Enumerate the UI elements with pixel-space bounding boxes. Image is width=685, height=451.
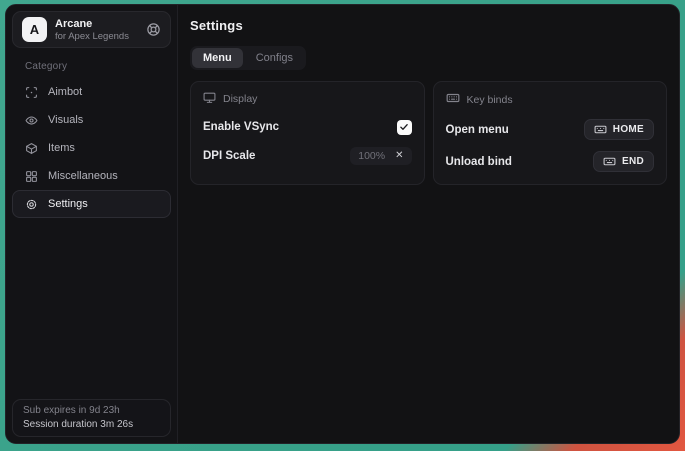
monitor-icon bbox=[203, 91, 216, 107]
open-menu-label: Open menu bbox=[446, 124, 509, 136]
gear-icon bbox=[25, 198, 38, 211]
category-label: Category bbox=[25, 61, 177, 72]
sidebar-item-settings[interactable]: Settings bbox=[12, 190, 171, 218]
app-logo: A bbox=[22, 17, 47, 42]
open-menu-row: Open menu HOME bbox=[446, 119, 655, 140]
app-name: Arcane bbox=[55, 18, 129, 30]
subscription-info-card: Sub expires in 9d 23h Session duration 3… bbox=[12, 399, 171, 437]
app-window: A Arcane for Apex Legends Category bbox=[5, 4, 680, 444]
vsync-label: Enable VSync bbox=[203, 121, 279, 133]
sidebar-item-label: Settings bbox=[48, 198, 88, 210]
keyboard-icon bbox=[594, 123, 607, 136]
main-content: Settings Menu Configs Display bbox=[178, 5, 679, 443]
check-icon bbox=[399, 122, 409, 132]
dpi-scale-row: DPI Scale 100% ✕ bbox=[203, 147, 412, 165]
unload-key: END bbox=[622, 156, 644, 167]
tab-bar: Menu Configs bbox=[190, 46, 306, 70]
keyboard-icon bbox=[446, 91, 460, 108]
display-card: Display Enable VSync DPI Scale 100% ✕ bbox=[190, 81, 425, 185]
sidebar-item-miscellaneous[interactable]: Miscellaneous bbox=[12, 162, 171, 190]
sidebar-item-label: Aimbot bbox=[48, 86, 82, 98]
sidebar-nav: Aimbot Visuals Items bbox=[6, 78, 177, 218]
keybinds-card: Key binds Open menu HOME bbox=[433, 81, 668, 185]
account-card[interactable]: A Arcane for Apex Legends bbox=[12, 11, 171, 48]
vsync-checkbox[interactable] bbox=[397, 120, 412, 135]
app-subtitle: for Apex Legends bbox=[55, 31, 129, 42]
display-card-title: Display bbox=[223, 93, 257, 105]
dpi-scale-value: 100% bbox=[358, 150, 385, 162]
session-duration-text: Session duration 3m 26s bbox=[23, 419, 160, 430]
sidebar-item-aimbot[interactable]: Aimbot bbox=[12, 78, 171, 106]
open-menu-keybind-button[interactable]: HOME bbox=[584, 119, 654, 140]
sidebar-item-label: Items bbox=[48, 142, 75, 154]
open-menu-key: HOME bbox=[613, 124, 644, 135]
sidebar-item-label: Miscellaneous bbox=[48, 170, 118, 182]
sidebar-item-visuals[interactable]: Visuals bbox=[12, 106, 171, 134]
display-card-header: Display bbox=[203, 91, 412, 107]
dpi-scale-label: DPI Scale bbox=[203, 150, 255, 162]
app-title-block: Arcane for Apex Legends bbox=[55, 18, 129, 42]
keybinds-card-header: Key binds bbox=[446, 91, 655, 108]
app-logo-letter: A bbox=[30, 22, 39, 37]
crosshair-icon bbox=[25, 86, 38, 99]
eye-icon bbox=[25, 114, 38, 127]
sidebar-item-label: Visuals bbox=[48, 114, 83, 126]
tab-configs[interactable]: Configs bbox=[245, 48, 304, 68]
tab-menu[interactable]: Menu bbox=[192, 48, 243, 68]
page-title: Settings bbox=[190, 18, 667, 33]
sidebar-item-items[interactable]: Items bbox=[12, 134, 171, 162]
settings-cards: Display Enable VSync DPI Scale 100% ✕ bbox=[190, 81, 667, 185]
unload-bind-label: Unload bind bbox=[446, 156, 512, 168]
clear-icon[interactable]: ✕ bbox=[395, 151, 403, 161]
unload-bind-row: Unload bind END bbox=[446, 151, 655, 172]
sub-expiry-text: Sub expires in 9d 23h bbox=[23, 405, 160, 416]
dpi-scale-input[interactable]: 100% ✕ bbox=[350, 147, 411, 165]
grid-icon bbox=[25, 170, 38, 183]
box-icon bbox=[25, 142, 38, 155]
keybinds-card-title: Key binds bbox=[467, 94, 513, 106]
unload-keybind-button[interactable]: END bbox=[593, 151, 654, 172]
target-icon[interactable] bbox=[146, 22, 161, 37]
keyboard-icon bbox=[603, 155, 616, 168]
vsync-row: Enable VSync bbox=[203, 118, 412, 136]
sidebar: A Arcane for Apex Legends Category bbox=[6, 5, 178, 443]
